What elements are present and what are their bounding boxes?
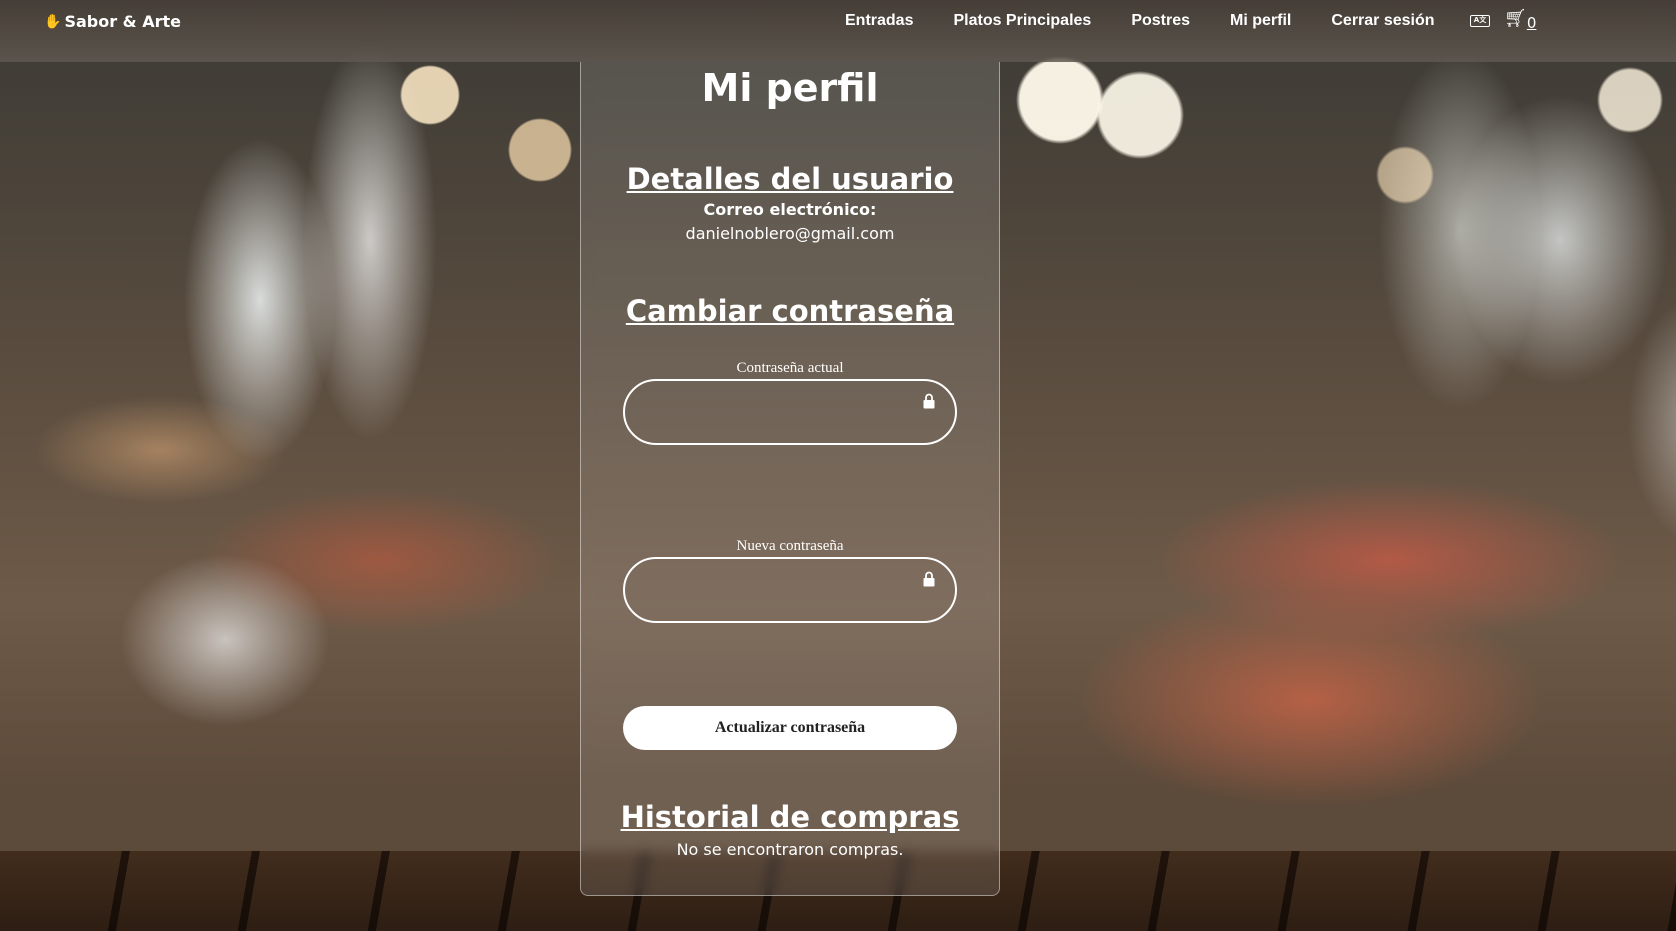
nav-link-mi-perfil[interactable]: Mi perfil	[1230, 12, 1291, 30]
new-password-label: Nueva contraseña	[736, 538, 844, 554]
brand-logo-link[interactable]: ✋ Sabor & Arte	[44, 12, 181, 31]
cart-icon: 🛒︎	[1504, 8, 1527, 29]
new-password-input[interactable]	[663, 559, 937, 623]
email-value: danielnoblero@gmail.com	[685, 224, 895, 243]
nav-link-entradas[interactable]: Entradas	[845, 12, 913, 30]
update-password-button[interactable]: Actualizar contraseña	[623, 706, 957, 750]
nav-links: Entradas Platos Principales Postres Mi p…	[845, 12, 1475, 30]
navbar: ✋ Sabor & Arte Entradas Platos Principal…	[0, 0, 1676, 62]
profile-card: Mi perfil Detalles del usuario Correo el…	[580, 62, 1000, 896]
language-icon[interactable]: A文	[1470, 15, 1490, 27]
current-password-field	[623, 379, 957, 445]
page-title: Mi perfil	[701, 66, 879, 110]
lock-icon	[923, 393, 935, 409]
lock-icon	[923, 571, 935, 587]
nav-icons: A文 🛒︎ 0	[1470, 10, 1536, 32]
brand-name: Sabor & Arte	[64, 12, 181, 31]
purchase-history-empty-message: No se encontraron compras.	[676, 840, 904, 859]
current-password-input[interactable]	[663, 381, 937, 445]
nav-link-postres[interactable]: Postres	[1131, 12, 1190, 30]
email-label: Correo electrónico:	[703, 200, 877, 219]
current-password-label: Contraseña actual	[736, 360, 844, 376]
cart-link[interactable]: 🛒︎ 0	[1504, 8, 1537, 33]
change-password-heading: Cambiar contraseña	[625, 294, 955, 328]
nav-link-cerrar-sesion[interactable]: Cerrar sesión	[1331, 12, 1434, 30]
hand-icon: ✋	[44, 13, 62, 30]
user-details-heading: Detalles del usuario	[626, 162, 954, 196]
new-password-field	[623, 557, 957, 623]
cart-count: 0	[1526, 14, 1537, 32]
purchase-history-heading: Historial de compras	[620, 800, 960, 834]
nav-link-platos-principales[interactable]: Platos Principales	[953, 12, 1091, 30]
